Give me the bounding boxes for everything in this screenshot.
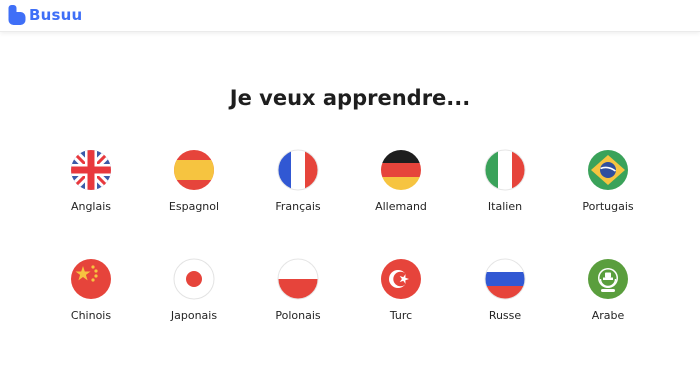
language-label: Anglais (70, 200, 112, 213)
arabic-league-flag-icon (588, 259, 628, 299)
language-option-chinese[interactable]: Chinois (41, 258, 141, 338)
language-option-spanish[interactable]: Espagnol (144, 149, 244, 229)
poland-flag-icon (277, 258, 319, 300)
language-option-japanese[interactable]: Japonais (144, 258, 244, 338)
language-option-english[interactable]: Anglais (41, 149, 141, 229)
language-option-portuguese[interactable]: Portugais (558, 149, 658, 229)
turkey-flag-icon (381, 259, 421, 299)
brazil-flag-icon (588, 150, 628, 190)
language-option-french[interactable]: Français (248, 149, 348, 229)
language-label: Turc (389, 309, 413, 322)
busuu-logo-icon (8, 5, 26, 25)
top-bar: Busuu (0, 0, 700, 32)
france-flag-icon (277, 149, 319, 191)
china-flag-icon (71, 259, 111, 299)
language-option-italian[interactable]: Italien (455, 149, 555, 229)
russia-flag-icon (484, 258, 526, 300)
language-label: Italien (487, 200, 523, 213)
language-label: Français (275, 200, 321, 213)
language-label: Chinois (70, 309, 112, 322)
page-title: Je veux apprendre... (229, 86, 471, 110)
japan-flag-icon (173, 258, 215, 300)
uk-flag-icon (71, 150, 111, 190)
language-label: Polonais (275, 309, 321, 322)
language-label: Espagnol (168, 200, 220, 213)
busuu-logo[interactable]: Busuu (8, 5, 82, 25)
language-label: Russe (488, 309, 522, 322)
italy-flag-icon (484, 149, 526, 191)
brand-name: Busuu (29, 6, 83, 24)
language-option-russian[interactable]: Russe (455, 258, 555, 338)
language-label: Portugais (582, 200, 634, 213)
language-label: Japonais (170, 309, 218, 322)
language-label: Allemand (375, 200, 427, 213)
language-label: Arabe (591, 309, 625, 322)
language-option-german[interactable]: Allemand (351, 149, 451, 229)
language-option-turkish[interactable]: Turc (351, 258, 451, 338)
language-option-polish[interactable]: Polonais (248, 258, 348, 338)
language-option-arabic[interactable]: Arabe (558, 258, 658, 338)
spain-flag-icon (174, 150, 214, 190)
germany-flag-icon (381, 150, 421, 190)
